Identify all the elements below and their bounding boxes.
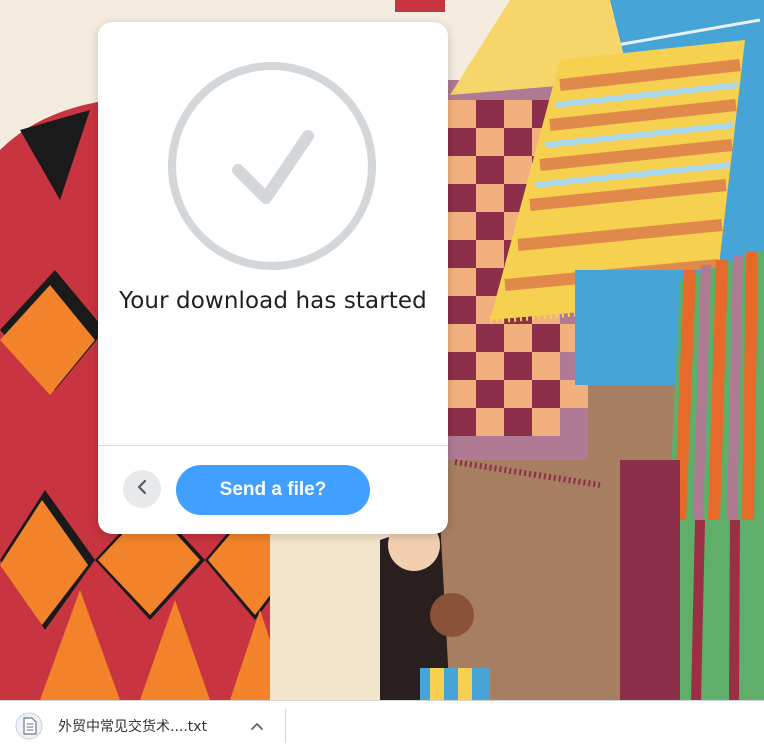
back-button[interactable] xyxy=(123,470,161,508)
send-file-button[interactable]: Send a file? xyxy=(176,465,370,515)
download-file-name: 外贸中常见交货术....txt xyxy=(58,719,208,735)
chevron-left-icon xyxy=(135,479,149,499)
dialog-title: Your download has started xyxy=(119,288,427,314)
download-item[interactable]: 外贸中常见交货术....txt xyxy=(14,711,207,741)
download-bar-divider xyxy=(285,709,286,743)
chevron-up-icon[interactable] xyxy=(246,715,268,737)
text-file-icon xyxy=(14,711,44,741)
download-bar: 外贸中常见交货术....txt xyxy=(0,700,764,752)
divider xyxy=(98,445,448,446)
download-dialog: Your download has started Send a file? xyxy=(98,22,448,534)
checkmark-circle-icon xyxy=(166,60,378,272)
